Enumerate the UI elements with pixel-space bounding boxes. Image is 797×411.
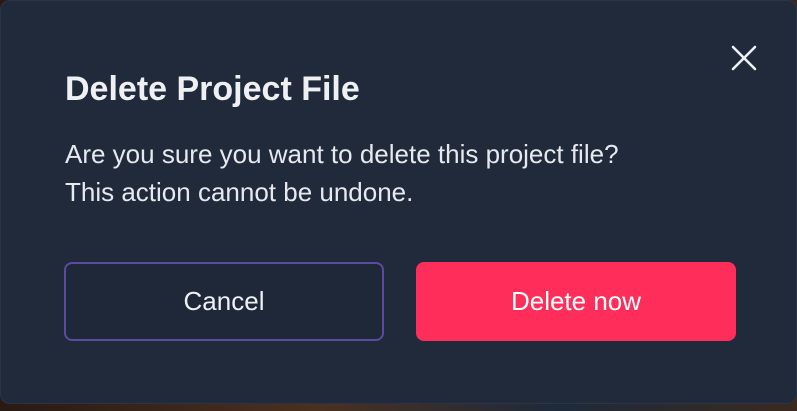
delete-now-button[interactable]: Delete now <box>416 262 736 341</box>
close-button[interactable] <box>725 39 763 77</box>
dialog-message: Are you sure you want to delete this pro… <box>65 135 745 211</box>
close-icon <box>731 45 757 71</box>
dialog-message-line-1: Are you sure you want to delete this pro… <box>65 139 619 169</box>
dialog-message-line-2: This action cannot be undone. <box>65 177 414 207</box>
cancel-button[interactable]: Cancel <box>64 262 384 341</box>
delete-button-label: Delete now <box>510 286 642 316</box>
dialog-title: Delete Project File <box>65 70 360 108</box>
delete-confirmation-dialog: Delete Project File Are you sure you wan… <box>0 0 797 404</box>
cancel-button-label: Cancel <box>183 286 265 316</box>
